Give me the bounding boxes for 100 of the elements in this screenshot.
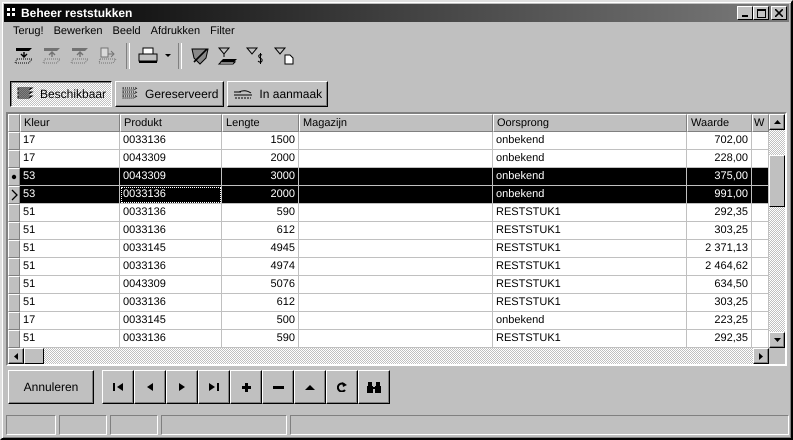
table-cell: 612 — [222, 222, 299, 240]
table-row[interactable]: 51 0033136 590 RESTSTUK1 292,35 — [8, 204, 769, 222]
navigator-button[interactable] — [326, 370, 358, 404]
column-header[interactable]: Magazijn — [299, 114, 493, 132]
menu-item[interactable]: Beeld — [108, 25, 146, 37]
table-row[interactable]: 51 0033136 4974 RESTSTUK1 2 464,62 — [8, 258, 769, 276]
table-cell: 0043309 — [120, 276, 222, 294]
column-header[interactable]: Oorsprong — [493, 114, 687, 132]
caret-icon — [165, 54, 171, 58]
navigator-button[interactable] — [134, 370, 166, 404]
cancel-button[interactable]: Annuleren — [8, 370, 94, 404]
navigator-button[interactable] — [166, 370, 198, 404]
scroll-up-button[interactable] — [769, 114, 785, 130]
scroll-thumb[interactable] — [24, 348, 44, 364]
column-header[interactable]: Lengte — [222, 114, 299, 132]
minimize-button[interactable] — [737, 6, 753, 20]
maximize-button[interactable] — [753, 6, 769, 20]
column-header[interactable]: Kleur — [20, 114, 120, 132]
table-cell: 0033136 — [120, 294, 222, 312]
previous-record-icon — [147, 383, 153, 391]
app-icon — [7, 8, 17, 18]
down-caret-icon — [774, 338, 780, 342]
vertical-scrollbar[interactable] — [769, 114, 785, 348]
navigator-button[interactable] — [230, 370, 262, 404]
table-row[interactable]: 53 0043309 3000 onbekend 375,00 — [8, 168, 769, 186]
table-row[interactable]: 17 0033136 1500 onbekend 702,00 — [8, 132, 769, 150]
menu-item[interactable]: Afdrukken — [146, 25, 206, 37]
table-cell: 0033136 — [120, 204, 222, 222]
column-header[interactable]: Produkt — [120, 114, 222, 132]
table-cell: RESTSTUK1 — [493, 240, 687, 258]
table-cell: RESTSTUK1 — [493, 222, 687, 240]
table-row[interactable]: 17 0033145 500 onbekend 223,25 — [8, 312, 769, 330]
navigator-button[interactable] — [262, 370, 294, 404]
scroll-down-button[interactable] — [769, 332, 785, 348]
filter-tab[interactable]: In aanmaak — [227, 81, 328, 107]
printer-icon — [137, 47, 159, 65]
table-cell: 991,00 — [687, 186, 752, 204]
up-triangle-icon — [305, 384, 315, 390]
table-cell: 0033145 — [120, 312, 222, 330]
filter-document-icon — [273, 47, 295, 65]
last-record-icon — [209, 383, 219, 391]
table-cell: 2 464,62 — [687, 258, 752, 276]
table-cell: 51 — [20, 258, 120, 276]
table-cell: 634,50 — [687, 276, 752, 294]
scrollbar-corner — [769, 348, 785, 364]
table-cell: 51 — [20, 276, 120, 294]
table-cell: 3000 — [222, 168, 299, 186]
tray-icon — [233, 89, 254, 99]
binoculars-icon — [367, 382, 381, 392]
table-row[interactable]: 51 0033145 4945 RESTSTUK1 2 371,13 — [8, 240, 769, 258]
stacked-list-icon — [16, 87, 34, 101]
table-row[interactable]: 51 0033136 612 RESTSTUK1 303,25 — [8, 222, 769, 240]
table-row[interactable]: 53 0033136 2000 onbekend 991,00 — [8, 186, 769, 204]
table-cell: 17 — [20, 312, 120, 330]
first-record-icon — [113, 383, 123, 391]
refresh-icon — [337, 382, 347, 392]
table-cell: 2000 — [222, 186, 299, 204]
table-cell: onbekend — [493, 186, 687, 204]
filter-tab[interactable]: Gereserveerd — [115, 81, 224, 107]
table-cell: 0033136 — [120, 186, 222, 204]
navigator-button[interactable] — [198, 370, 230, 404]
window-title: Beheer reststukken — [21, 6, 132, 20]
table-cell: 53 — [20, 186, 120, 204]
table-cell: onbekend — [493, 132, 687, 150]
scroll-right-button[interactable] — [753, 348, 769, 364]
table-cell: 223,25 — [687, 312, 752, 330]
table-cell: 0033145 — [120, 240, 222, 258]
table-cell: onbekend — [493, 312, 687, 330]
menu-item[interactable]: Filter — [205, 25, 240, 37]
table-cell: 0043309 — [120, 168, 222, 186]
scroll-left-button[interactable] — [8, 348, 24, 364]
table-row[interactable]: 51 0043309 5076 RESTSTUK1 634,50 — [8, 276, 769, 294]
table-cell: 17 — [20, 132, 120, 150]
scroll-thumb[interactable] — [769, 155, 785, 207]
menu-item[interactable]: Terug! — [8, 25, 49, 37]
filter-tab[interactable]: Beschikbaar — [10, 81, 112, 107]
table-cell: RESTSTUK1 — [493, 294, 687, 312]
move-record-icon — [69, 47, 91, 65]
navigator-button[interactable] — [294, 370, 326, 404]
table-cell: 4974 — [222, 258, 299, 276]
filter-stack-icon — [217, 47, 239, 65]
table-row[interactable]: 51 0033136 612 RESTSTUK1 303,25 — [8, 294, 769, 312]
menu-item[interactable]: Bewerken — [48, 25, 108, 37]
table-cell: 292,35 — [687, 204, 752, 222]
column-header[interactable]: Waarde — [687, 114, 752, 132]
navigator-button[interactable] — [358, 370, 390, 404]
table-cell: 612 — [222, 294, 299, 312]
close-icon — [775, 9, 783, 17]
horizontal-scrollbar[interactable] — [8, 348, 785, 364]
table-cell: 702,00 — [687, 132, 752, 150]
table-cell: 590 — [222, 204, 299, 222]
table-cell — [752, 186, 769, 204]
close-button[interactable] — [771, 6, 787, 20]
table-cell: 375,00 — [687, 168, 752, 186]
column-header[interactable]: W — [752, 114, 769, 132]
navigator-button[interactable] — [102, 370, 134, 404]
copy-record-icon — [97, 47, 119, 65]
table-cell: 0033136 — [120, 222, 222, 240]
insert-record-icon — [13, 47, 35, 65]
table-cell: 0033136 — [120, 258, 222, 276]
